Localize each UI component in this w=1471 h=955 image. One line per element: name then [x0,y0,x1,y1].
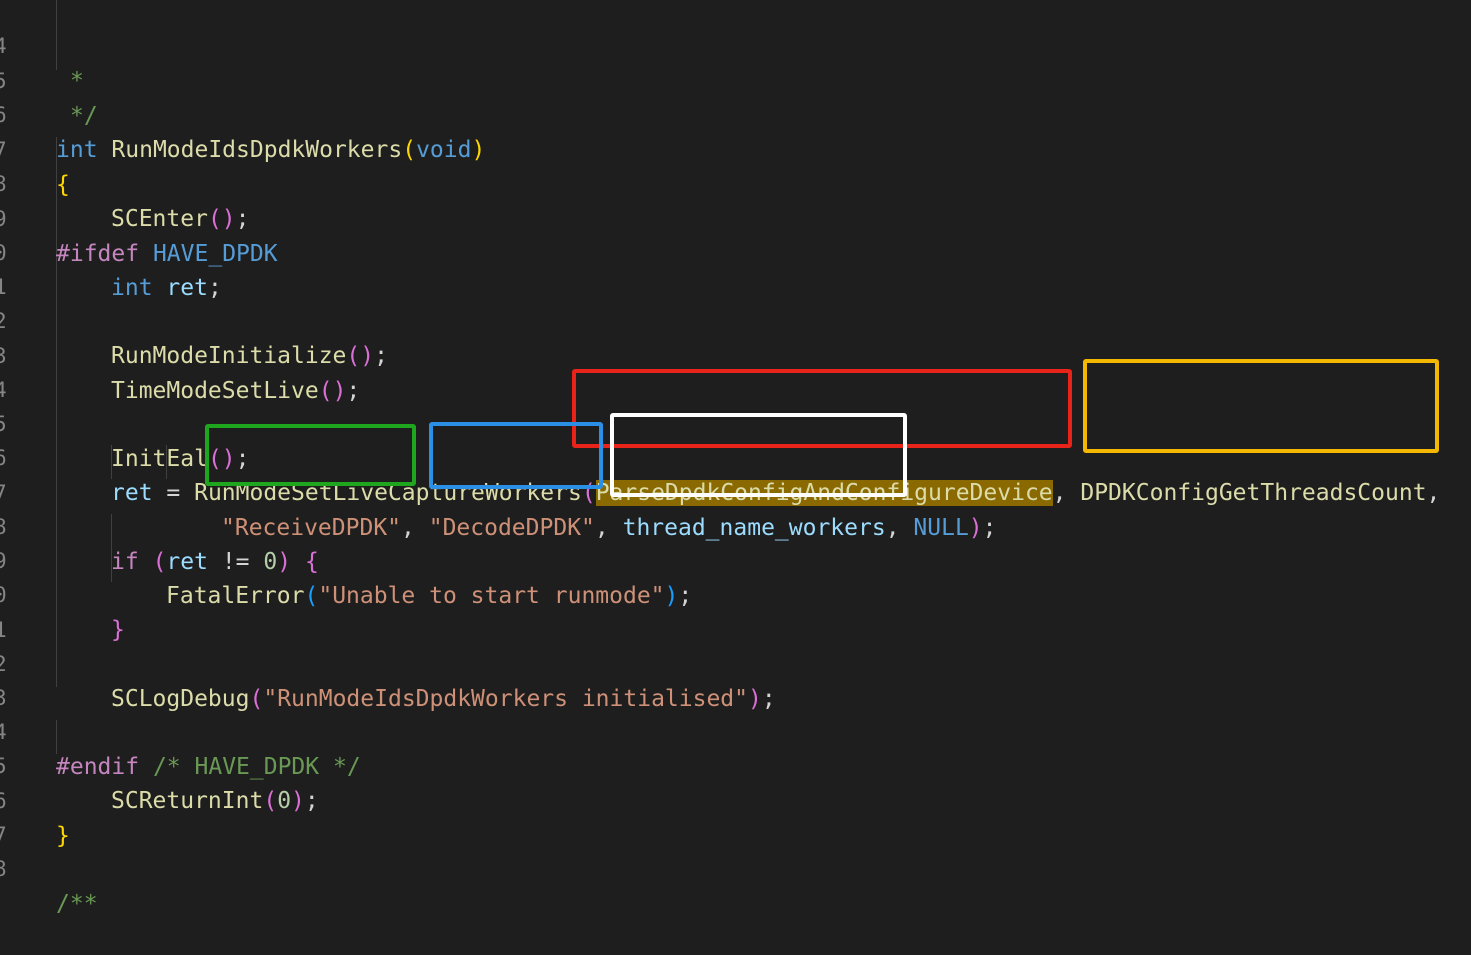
annotation-box-orange [1083,359,1439,453]
code-line[interactable]: 1 [0,579,1471,642]
code-editor[interactable]: 4 * 5 */ 6 int RunModeIdsDpdkWorkers(voi… [0,0,1471,917]
code-line[interactable]: 5 SCReturnInt(0); [0,715,1471,813]
code-line[interactable]: 6 } [0,750,1471,848]
code-line[interactable]: 4 #endif /* HAVE_DPDK */ [0,681,1471,779]
code-line[interactable]: 4 * [0,0,1471,93]
code-line[interactable]: 5 */ [0,30,1471,128]
annotation-box-green [205,424,416,486]
code-line[interactable]: 7 { [0,99,1471,197]
comment: /** [56,890,98,917]
code-line[interactable]: 7 [0,784,1471,847]
code-line[interactable]: 6 int RunModeIdsDpdkWorkers(void) [0,64,1471,162]
code-line[interactable]: 3 TimeModeSetLive(); [0,305,1471,403]
code-line[interactable]: 2 SCLogDebug("RunModeIdsDpdkWorkers init… [0,613,1471,711]
code-line[interactable]: 0 } [0,544,1471,642]
code-line[interactable]: 2 RunModeInitialize(); [0,270,1471,368]
annotation-box-white [610,413,907,497]
code-line[interactable]: 8 /** [0,818,1471,916]
code-line[interactable]: 1 [0,236,1471,299]
code-line[interactable]: 8 SCEnter(); [0,133,1471,231]
line-number: 8 [0,857,7,882]
code-line[interactable]: 9 FatalError("Unable to start runmode"); [0,510,1471,608]
code-line[interactable]: 0 int ret; [0,202,1471,300]
code-line[interactable]: 3 [0,647,1471,710]
annotation-box-blue [429,422,603,489]
code-line[interactable]: 9 #ifdef HAVE_DPDK [0,168,1471,266]
